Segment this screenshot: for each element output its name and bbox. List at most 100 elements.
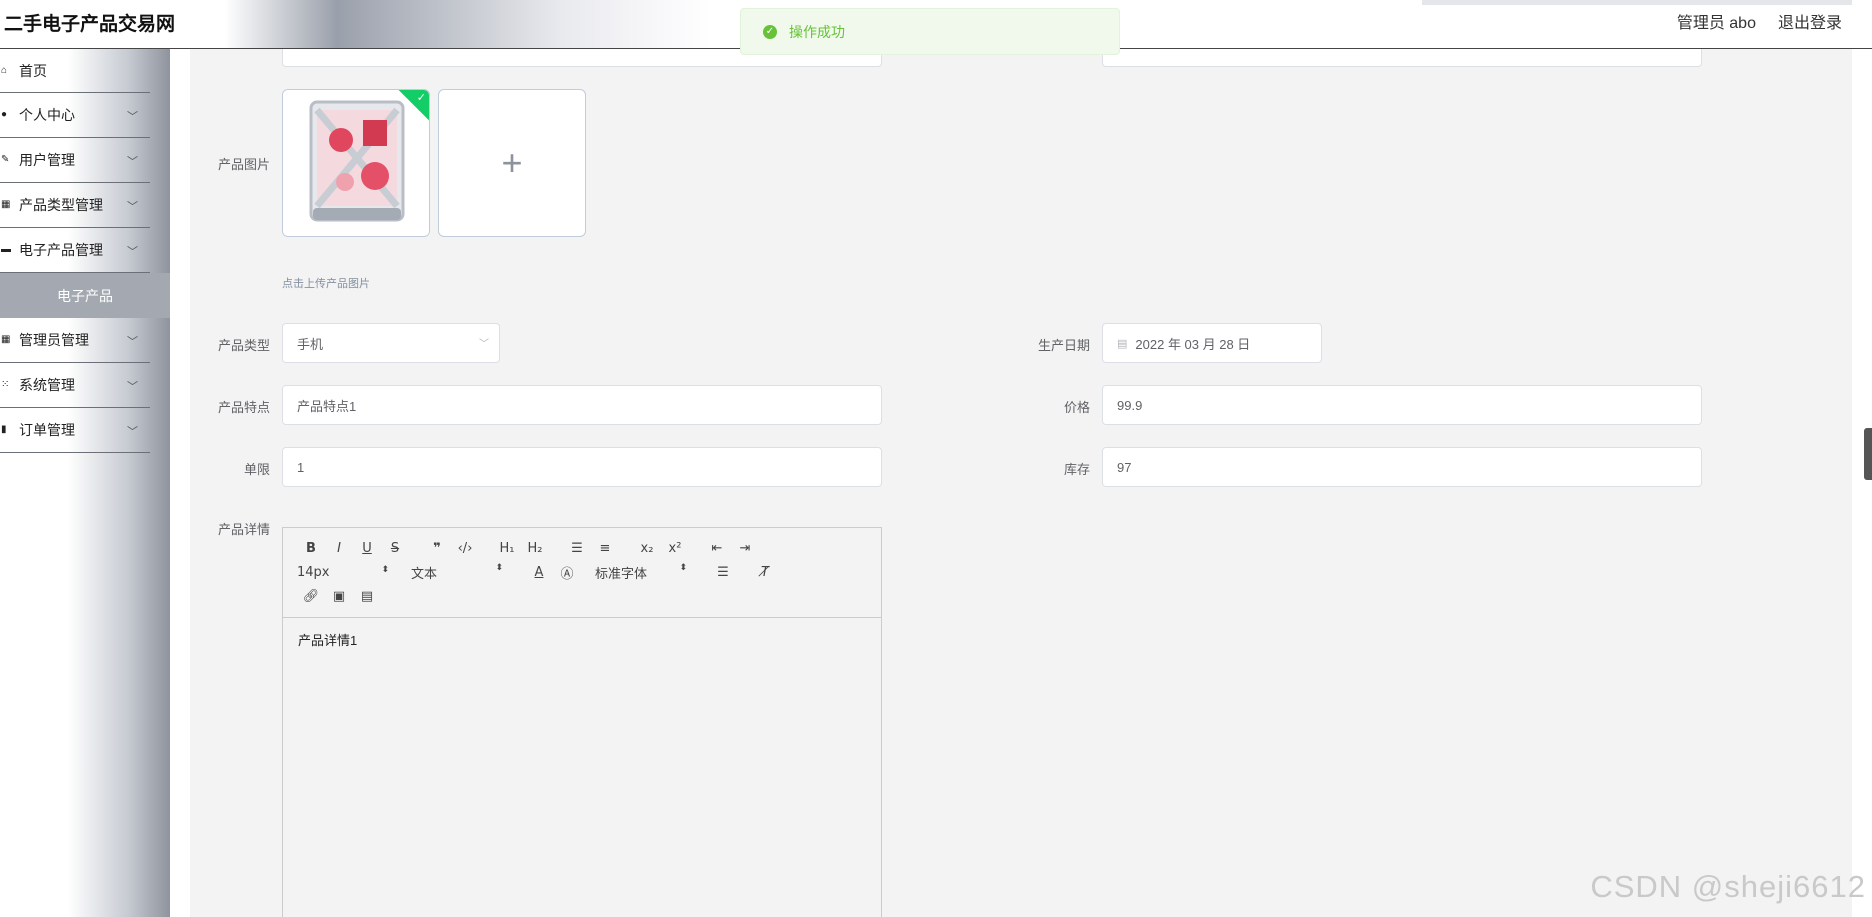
font-size-value: 14px	[297, 564, 330, 580]
price-input[interactable]: 99.9	[1102, 385, 1702, 425]
production-date-label: 生产日期	[1037, 338, 1090, 353]
product-type-select[interactable]: 手机 ﹀	[282, 323, 500, 363]
h2-button[interactable]: H₂	[521, 541, 549, 556]
updown-icon: ⬍	[679, 562, 687, 573]
sidebar-item-label: 用户管理	[19, 152, 75, 168]
home-icon: ⌂	[1, 64, 8, 76]
chevron-down-icon: ﹀	[127, 111, 138, 123]
code-block-button[interactable]: ‹/›	[451, 541, 479, 556]
outdent-button[interactable]: ⇤	[703, 541, 731, 556]
sidebar-subitem-electronic-products[interactable]: 电子产品	[0, 273, 170, 318]
calendar-icon: ▤	[1117, 337, 1128, 350]
indent-button[interactable]: ⇥	[731, 541, 759, 556]
logout-button[interactable]: 退出登录	[1778, 9, 1842, 33]
image-button[interactable]: ▣	[325, 589, 353, 604]
chevron-down-icon: ﹀	[479, 339, 489, 350]
stock-value: 97	[1117, 459, 1132, 475]
header-strip	[1422, 0, 1852, 5]
subscript-button[interactable]: x₂	[633, 541, 661, 556]
italic-button[interactable]: I	[325, 541, 353, 556]
sidebar-item-electronic-product-management[interactable]: ▬ 电子产品管理 ﹀	[0, 228, 150, 273]
grid-icon: ▦	[1, 199, 11, 210]
sidebar-item-order-management[interactable]: ▮ 订单管理 ﹀	[0, 408, 150, 453]
font-color-button[interactable]: A	[525, 565, 553, 580]
product-image-thumbnail[interactable]: ✓	[282, 89, 430, 237]
product-detail-label: 产品详情	[217, 522, 270, 537]
rich-text-editor: B I U S ❞ ‹/› H₁ H₂ ☰ ≡ x₂ x² ⇤ ⇥ 14px ⬍	[282, 527, 882, 917]
chevron-down-icon: ﹀	[127, 201, 138, 213]
chevron-down-icon: ﹀	[127, 336, 138, 348]
check-icon: ✓	[416, 92, 426, 104]
upload-tip: 点击上传产品图片	[282, 278, 370, 290]
blockquote-button[interactable]: ❞	[423, 541, 451, 556]
h1-button[interactable]: H₁	[493, 541, 521, 556]
admin-label: 管理员 abo	[1676, 15, 1756, 32]
sidebar-item-label: 产品类型管理	[19, 197, 103, 213]
chevron-down-icon: ﹀	[127, 156, 138, 168]
success-toast: ✓ 操作成功	[740, 8, 1120, 55]
toolbar-row-1: B I U S ❞ ‹/› H₁ H₂ ☰ ≡ x₂ x² ⇤ ⇥	[297, 536, 867, 560]
limit-input[interactable]: 1	[282, 447, 882, 487]
user-icon: ●	[1, 109, 8, 120]
ordered-list-button[interactable]: ☰	[563, 541, 591, 556]
apps-icon: ⁙	[1, 379, 10, 390]
sidebar-item-system-management[interactable]: ⁙ 系统管理 ﹀	[0, 363, 150, 408]
watermark: CSDN @sheji6612	[1590, 869, 1866, 904]
stock-label: 库存	[1063, 462, 1090, 477]
limit-value: 1	[297, 459, 305, 475]
sidebar-item-label: 系统管理	[19, 377, 75, 393]
background-color-button[interactable]: Ⓐ	[553, 563, 581, 582]
plus-icon: +	[501, 142, 523, 183]
product-name-input-partial[interactable]	[1102, 49, 1702, 67]
strike-button[interactable]: S	[381, 541, 409, 556]
sidebar-item-label: 电子产品	[57, 287, 113, 304]
link-button[interactable]: 🔗︎	[297, 589, 325, 604]
toast-message: 操作成功	[789, 23, 845, 40]
sidebar-item-label: 订单管理	[19, 422, 75, 438]
chevron-down-icon: ﹀	[127, 426, 138, 438]
font-family-select[interactable]: 标准字体 ⬍	[595, 563, 687, 582]
header-select-value: 文本	[411, 566, 438, 582]
user-area: 管理员 abo 退出登录	[1677, 9, 1842, 33]
price-label: 价格	[1063, 400, 1090, 415]
site-title: 二手电子产品交易网	[4, 14, 176, 35]
font-size-select[interactable]: 14px ⬍	[297, 565, 389, 580]
stock-input[interactable]: 97	[1102, 447, 1702, 487]
superscript-button[interactable]: x²	[661, 541, 689, 556]
video-button[interactable]: ▤	[353, 589, 381, 604]
chevron-down-icon: ﹀	[127, 381, 138, 393]
sidebar-item-personal-center[interactable]: ● 个人中心 ﹀	[0, 93, 150, 138]
chevron-down-icon: ﹀	[127, 246, 138, 258]
header-select[interactable]: 文本 ⬍	[411, 563, 503, 582]
product-type-label: 产品类型	[217, 338, 270, 353]
sidebar-item-admin-management[interactable]: ▦ 管理员管理 ﹀	[0, 318, 150, 363]
clear-format-button[interactable]: T̸	[751, 565, 779, 580]
production-date-picker[interactable]: ▤ 2022 年 03 月 28 日	[1102, 323, 1322, 363]
grid-icon: ▦	[1, 334, 11, 345]
product-image-label: 产品图片	[217, 157, 270, 172]
sidebar-item-label: 首页	[19, 62, 47, 79]
upload-image-button[interactable]: +	[438, 89, 586, 237]
align-button[interactable]: ☰	[709, 565, 737, 580]
product-feature-input[interactable]: 产品特点1	[282, 385, 882, 425]
sidebar-item-label: 管理员管理	[19, 332, 89, 348]
bold-button[interactable]: B	[297, 541, 325, 556]
updown-icon: ⬍	[381, 564, 389, 575]
font-family-value: 标准字体	[595, 566, 648, 582]
scroll-handle[interactable]	[1864, 428, 1872, 480]
edit-icon: ✎	[1, 154, 10, 165]
sidebar-item-product-type-management[interactable]: ▦ 产品类型管理 ﹀	[0, 183, 150, 228]
product-feature-label: 产品特点	[217, 400, 270, 415]
editor-content[interactable]: 产品详情1	[283, 618, 881, 661]
main-content: 产品图片 ✓ + 点击上传产品图片 产品类型 手机 ﹀ 生产日期 ▤ 2022 …	[190, 49, 1852, 917]
underline-button[interactable]: U	[353, 541, 381, 556]
check-circle-icon: ✓	[763, 24, 777, 39]
pc-case-image	[283, 90, 429, 236]
bullet-list-button[interactable]: ≡	[591, 541, 619, 556]
toolbar-row-2: 14px ⬍ 文本 ⬍ A Ⓐ 标准字体 ⬍ ☰ T̸	[297, 560, 867, 584]
editor-toolbar: B I U S ❞ ‹/› H₁ H₂ ☰ ≡ x₂ x² ⇤ ⇥ 14px ⬍	[283, 528, 881, 618]
sidebar-item-home[interactable]: ⌂ 首页	[0, 49, 150, 93]
sidebar: ⌂ 首页 ● 个人中心 ﹀ ✎ 用户管理 ﹀ ▦ 产品类型管理 ﹀ ▬ 电子产品…	[0, 49, 170, 917]
sidebar-item-user-management[interactable]: ✎ 用户管理 ﹀	[0, 138, 150, 183]
sidebar-item-label: 电子产品管理	[19, 242, 103, 258]
